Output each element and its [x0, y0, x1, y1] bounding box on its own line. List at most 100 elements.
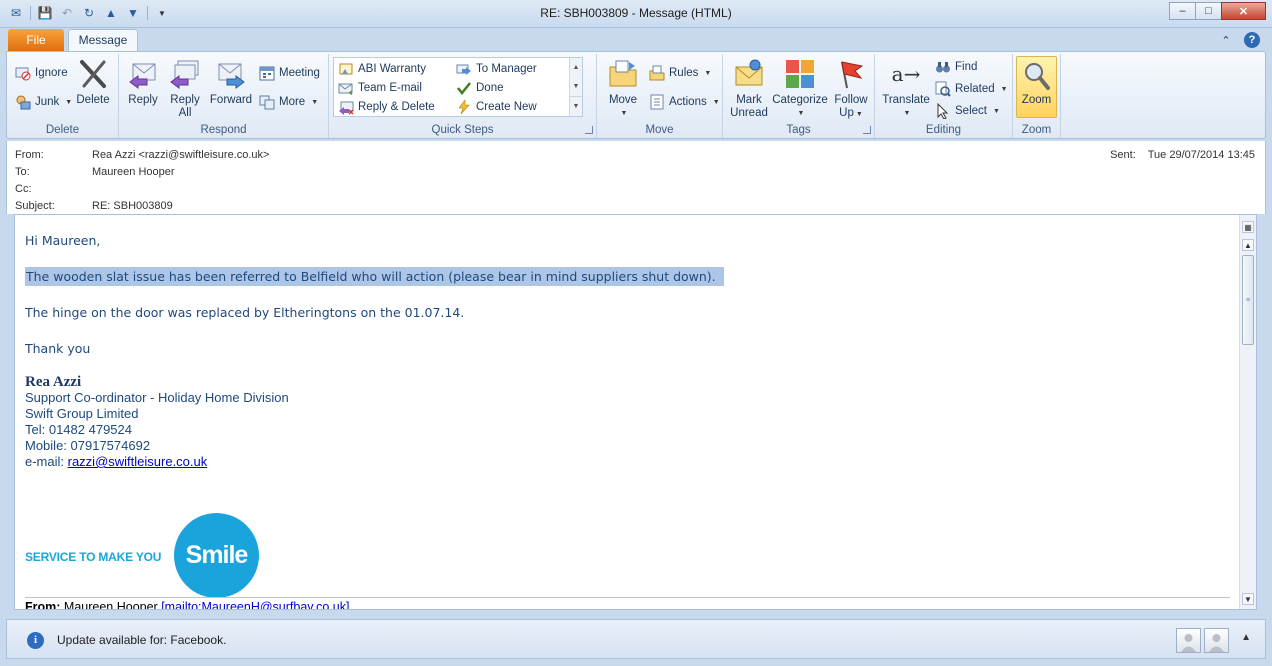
delete-button[interactable]: Delete: [73, 58, 113, 107]
maximize-button[interactable]: □: [1195, 2, 1222, 20]
quick-step-to-manager[interactable]: To Manager: [456, 60, 537, 78]
rules-icon: [649, 65, 665, 81]
quick-step-create-new[interactable]: Create New: [456, 98, 537, 116]
find-button[interactable]: Find: [935, 58, 977, 76]
actions-button[interactable]: Actions ▼: [649, 93, 720, 111]
checkmark-icon: [456, 80, 472, 96]
email-link[interactable]: razzi@swiftleisure.co.uk: [68, 454, 208, 469]
follow-up-label-line1: Follow: [834, 94, 868, 106]
reply-all-label-line2: All: [178, 107, 192, 119]
related-button[interactable]: Related ▼: [935, 80, 1008, 98]
junk-button[interactable]: Junk ▼: [15, 93, 72, 111]
closing: Thank you: [25, 341, 91, 356]
greeting: Hi Maureen,: [25, 233, 101, 248]
split-view-icon[interactable]: ▦: [1242, 221, 1254, 233]
translate-button[interactable]: a→ Translate ▼: [881, 58, 931, 120]
subject-row: Subject: RE: SBH003809: [15, 200, 173, 212]
move-group: Move ▼ Rules ▼ Actions ▼ Move: [597, 54, 723, 138]
forward-button[interactable]: Forward: [207, 58, 255, 107]
follow-up-button[interactable]: Follow Up ▼: [831, 58, 871, 121]
message-body[interactable]: Hi Maureen, The wooden slat issue has be…: [14, 214, 1257, 610]
rules-dropdown-icon: ▼: [704, 69, 712, 77]
selected-paragraph[interactable]: The wooden slat issue has been referred …: [25, 267, 724, 286]
ribbon-tabs: File Message ⌃ ?: [0, 28, 1272, 52]
from-row: From: Rea Azzi <razzi@swiftleisure.co.uk>: [15, 149, 269, 161]
quick-step-label: Create New: [476, 101, 537, 113]
paragraph: The hinge on the door was replaced by El…: [25, 305, 465, 320]
translate-dropdown-icon: ▼: [903, 110, 911, 117]
tab-file[interactable]: File: [8, 29, 64, 51]
follow-up-label-line2: Up: [839, 107, 854, 119]
update-notification[interactable]: Update available for: Facebook.: [57, 633, 226, 647]
from-label: From:: [15, 149, 44, 161]
sent-value: Tue 29/07/2014 13:45: [1147, 149, 1255, 161]
signature-name: Rea Azzi: [25, 374, 82, 390]
close-button[interactable]: ✕: [1221, 2, 1266, 20]
move-button[interactable]: Move ▼: [603, 58, 643, 120]
person-icon[interactable]: [1176, 628, 1201, 653]
reply-button[interactable]: Reply: [125, 58, 161, 107]
rules-label: Rules: [669, 67, 699, 79]
people-pictures: [1176, 628, 1229, 653]
quick-step-abi-warranty[interactable]: ABI Warranty: [338, 60, 426, 78]
mark-unread-button[interactable]: Mark Unread: [729, 58, 769, 120]
quick-step-reply-delete[interactable]: Reply & Delete: [338, 98, 435, 116]
categorize-label: Categorize: [772, 94, 828, 106]
ignore-button[interactable]: Ignore: [15, 64, 68, 82]
signature-tel: Tel: 01482 479524: [25, 422, 132, 437]
subject-value: RE: SBH003809: [92, 200, 173, 212]
categorize-button[interactable]: Categorize ▼: [771, 58, 829, 120]
quick-steps-scrollbar[interactable]: ▲ ▼ ▼: [569, 58, 582, 116]
junk-dropdown-icon: ▼: [65, 98, 73, 106]
mark-unread-label-line2: Unread: [730, 107, 768, 119]
help-icon[interactable]: ?: [1244, 32, 1260, 48]
delete-icon: [77, 58, 109, 90]
tags-dialog-launcher[interactable]: [863, 126, 871, 134]
sent-label: Sent:: [1110, 149, 1136, 161]
rules-button[interactable]: Rules ▼: [649, 64, 711, 82]
more-respond-button[interactable]: More ▼: [259, 93, 318, 111]
expand-people-pane-icon[interactable]: ▲: [1241, 632, 1251, 643]
ribbon-tab-icons: ⌃ ?: [1218, 32, 1260, 48]
move-label: Move: [608, 94, 638, 106]
select-button[interactable]: Select ▼: [935, 102, 1000, 120]
meeting-button[interactable]: Meeting: [259, 64, 320, 82]
tab-message[interactable]: Message: [68, 29, 138, 52]
scroll-down-arrow[interactable]: ▼: [1242, 593, 1254, 605]
meeting-label: Meeting: [279, 67, 320, 79]
translate-label: Translate: [882, 94, 930, 106]
title-bar: ✉ 💾 ↶ ↻ ▲ ▼ ▼ RE: SBH003809 - Message (H…: [0, 0, 1272, 28]
meeting-icon: [259, 65, 275, 81]
cc-row: Cc:: [15, 183, 92, 195]
ignore-label: Ignore: [35, 67, 68, 79]
editing-group: a→ Translate ▼ Find Related ▼ Select ▼ Edi…: [875, 54, 1013, 138]
vertical-scrollbar[interactable]: ▦ ▲ ≡ ▼: [1239, 215, 1256, 609]
quoted-message-header: From: Maureen Hooper [mailto:MaureenH@su…: [25, 597, 1230, 609]
scroll-down-icon[interactable]: ▼: [570, 77, 582, 96]
quick-steps-dialog-launcher[interactable]: [585, 126, 593, 134]
more-icon: [259, 94, 275, 110]
zoom-button[interactable]: Zoom: [1016, 56, 1057, 118]
scroll-thumb[interactable]: ≡: [1242, 255, 1254, 345]
categorize-icon: [784, 58, 816, 90]
scroll-up-arrow[interactable]: ▲: [1242, 239, 1254, 251]
forward-icon: [215, 58, 247, 90]
minimize-button[interactable]: –: [1169, 2, 1196, 20]
cursor-icon: [935, 103, 951, 119]
from-value[interactable]: Rea Azzi <razzi@swiftleisure.co.uk>: [92, 149, 269, 161]
expand-gallery-icon[interactable]: ▼: [570, 96, 582, 115]
group-label-zoom: Zoom: [1021, 124, 1052, 136]
quoted-from-link[interactable]: [mailto:MaureenH@surfbay.co.uk]: [161, 600, 349, 609]
quick-steps-gallery: ABI Warranty To Manager Team E-mail Done: [333, 57, 583, 117]
quick-step-done[interactable]: Done: [456, 79, 504, 97]
quick-step-team-email[interactable]: Team E-mail: [338, 79, 422, 97]
reply-all-button[interactable]: Reply All: [167, 58, 203, 120]
person-icon[interactable]: [1204, 628, 1229, 653]
to-value[interactable]: Maureen Hooper: [92, 166, 175, 178]
scroll-up-icon[interactable]: ▲: [570, 58, 582, 77]
signature-email-row: e-mail: razzi@swiftleisure.co.uk: [25, 454, 1230, 470]
minimize-ribbon-icon[interactable]: ⌃: [1218, 32, 1234, 48]
to-label: To:: [15, 166, 30, 178]
people-pane-bar: i Update available for: Facebook. ▲: [6, 619, 1266, 659]
zoom-label: Zoom: [1021, 94, 1052, 106]
